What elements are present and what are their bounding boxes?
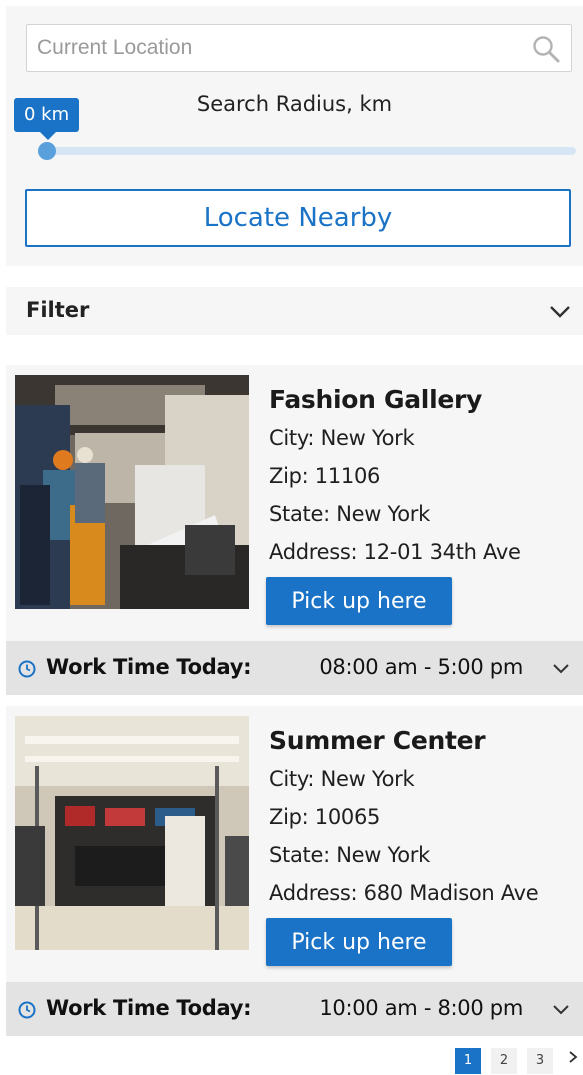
work-time-toggle[interactable]: Work Time Today: 10:00 am - 8:00 pm xyxy=(6,982,583,1036)
chevron-right-icon[interactable] xyxy=(563,1048,583,1074)
filter-toggle[interactable]: Filter xyxy=(6,287,583,335)
location-input[interactable] xyxy=(27,25,571,71)
store-name: Fashion Gallery xyxy=(269,385,483,414)
store-address: Address: 680 Madison Ave xyxy=(269,881,539,905)
store-photo-image xyxy=(15,375,249,609)
pick-up-here-button[interactable]: Pick up here xyxy=(266,577,452,625)
locate-nearby-button[interactable]: Locate Nearby xyxy=(25,189,571,247)
work-time-toggle[interactable]: Work Time Today: 08:00 am - 5:00 pm xyxy=(6,641,583,695)
chevron-down-icon xyxy=(553,1005,569,1015)
page-button-1[interactable]: 1 xyxy=(455,1048,481,1074)
store-card: Fashion Gallery City: New York Zip: 1110… xyxy=(6,365,583,695)
clock-icon xyxy=(18,660,36,678)
radius-slider-track[interactable] xyxy=(40,147,576,155)
search-icon[interactable] xyxy=(531,34,561,64)
clock-icon xyxy=(18,1001,36,1019)
store-zip: Zip: 10065 xyxy=(269,805,381,829)
page-button-3[interactable]: 3 xyxy=(527,1048,553,1074)
store-photo xyxy=(15,716,249,950)
store-details: Fashion Gallery City: New York Zip: 1110… xyxy=(269,381,579,571)
store-card: Summer Center City: New York Zip: 10065 … xyxy=(6,706,583,1036)
work-time-label: Work Time Today: xyxy=(46,996,252,1020)
search-radius-label: Search Radius, km xyxy=(196,92,393,116)
store-zip: Zip: 11106 xyxy=(269,464,381,488)
location-input-wrapper xyxy=(26,24,572,72)
work-time-hours: 08:00 am - 5:00 pm xyxy=(319,655,523,679)
pick-up-here-button[interactable]: Pick up here xyxy=(266,918,452,966)
store-details: Summer Center City: New York Zip: 10065 … xyxy=(269,722,579,912)
store-address: Address: 12-01 34th Ave xyxy=(269,540,521,564)
store-photo-image xyxy=(15,716,249,950)
radius-slider-handle[interactable] xyxy=(38,142,56,160)
radius-value-bubble: 0 km xyxy=(14,98,80,140)
chevron-down-icon xyxy=(550,306,570,318)
page-button-2[interactable]: 2 xyxy=(491,1048,517,1074)
store-city: City: New York xyxy=(269,426,415,450)
chevron-down-icon xyxy=(553,664,569,674)
store-city: City: New York xyxy=(269,767,415,791)
search-panel: Search Radius, km 0 km Locate Nearby xyxy=(6,6,583,266)
work-time-hours: 10:00 am - 8:00 pm xyxy=(319,996,523,1020)
pagination: 1 2 3 xyxy=(455,1048,583,1074)
store-photo xyxy=(15,375,249,609)
store-name: Summer Center xyxy=(269,726,486,755)
filter-label: Filter xyxy=(26,298,90,322)
store-state: State: New York xyxy=(269,843,430,867)
store-state: State: New York xyxy=(269,502,430,526)
store-card-body: Summer Center City: New York Zip: 10065 … xyxy=(6,706,583,982)
store-card-body: Fashion Gallery City: New York Zip: 1110… xyxy=(6,365,583,641)
work-time-label: Work Time Today: xyxy=(46,655,252,679)
